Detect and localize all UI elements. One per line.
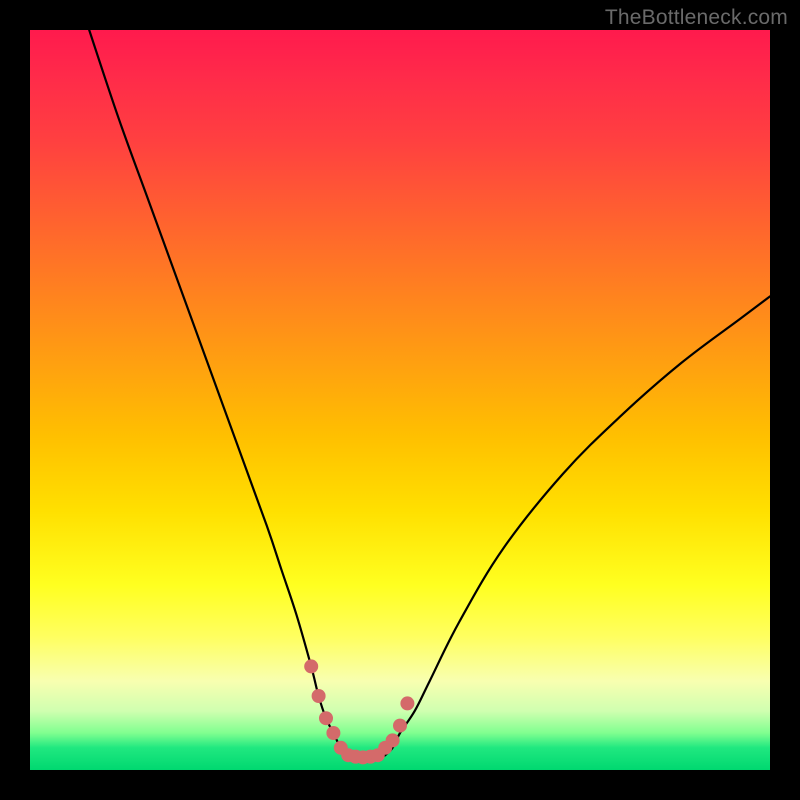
marker-dot xyxy=(400,696,414,710)
markers-layer xyxy=(304,659,414,764)
series-layer xyxy=(89,30,770,759)
marker-dot xyxy=(312,689,326,703)
watermark-text: TheBottleneck.com xyxy=(605,6,788,30)
series-right-curve xyxy=(385,296,770,755)
chart-svg xyxy=(30,30,770,770)
marker-dot xyxy=(326,726,340,740)
series-left-curve xyxy=(89,30,348,755)
marker-dot xyxy=(319,711,333,725)
marker-dot xyxy=(386,733,400,747)
marker-dot xyxy=(304,659,318,673)
marker-dot xyxy=(393,719,407,733)
chart-plot-area xyxy=(30,30,770,770)
